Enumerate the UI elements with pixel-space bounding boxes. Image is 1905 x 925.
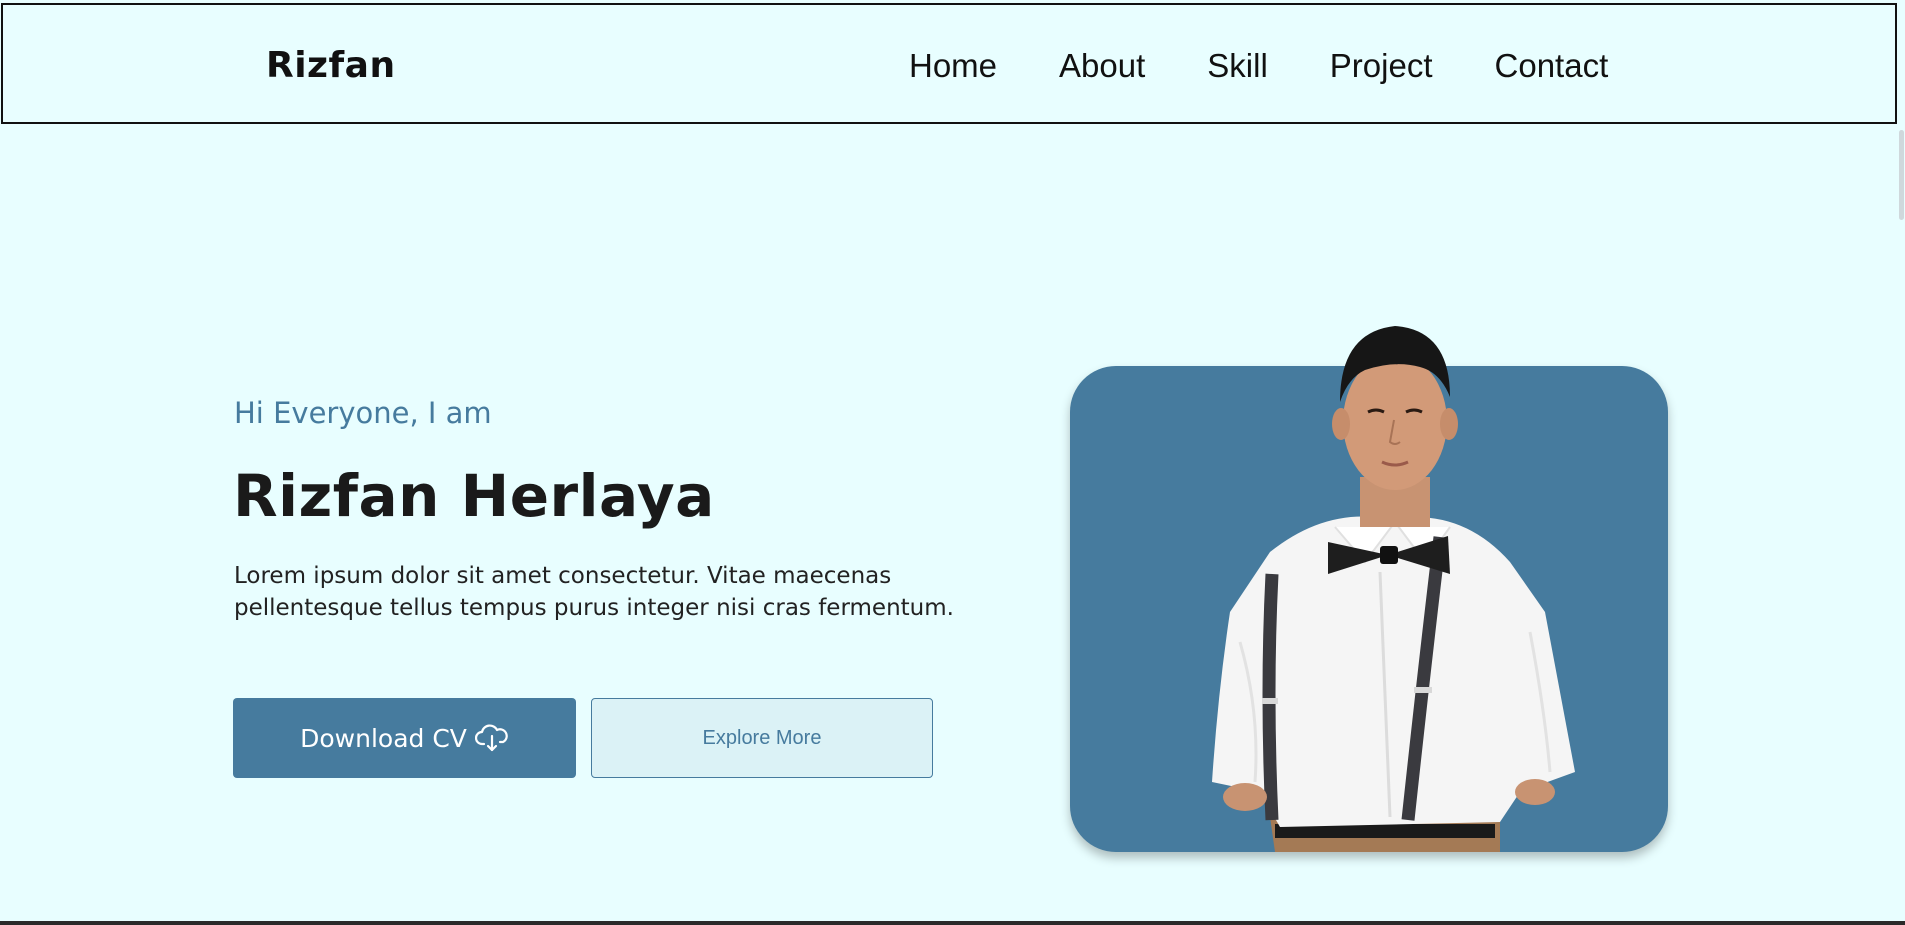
hero-description: Lorem ipsum dolor sit amet consectetur. …	[234, 563, 954, 621]
scrollbar-thumb[interactable]	[1899, 130, 1904, 220]
hero-name: Rizfan Herlaya	[233, 462, 715, 530]
page-scrollbar[interactable]	[1897, 0, 1905, 925]
profile-photo	[1200, 312, 1590, 852]
download-cv-label: Download CV	[300, 723, 467, 753]
nav-link-contact[interactable]: Contact	[1495, 47, 1609, 85]
cloud-download-icon	[474, 724, 509, 752]
navbar: Rizfan Home About Skill Project Contact	[1, 3, 1897, 124]
hero-greeting: Hi Everyone, I am	[234, 396, 492, 430]
nav-link-about[interactable]: About	[1059, 47, 1145, 85]
window-bottom-edge	[0, 921, 1905, 925]
explore-more-button[interactable]: Explore More	[591, 698, 933, 778]
nav-link-project[interactable]: Project	[1330, 47, 1433, 85]
nav-link-home[interactable]: Home	[909, 47, 997, 85]
main-nav: Home About Skill Project Contact	[909, 47, 1608, 85]
site-logo[interactable]: Rizfan	[266, 45, 396, 86]
page: Rizfan Home About Skill Project Contact …	[0, 0, 1905, 925]
download-cv-button[interactable]: Download CV	[233, 698, 576, 778]
nav-link-skill[interactable]: Skill	[1207, 47, 1268, 85]
